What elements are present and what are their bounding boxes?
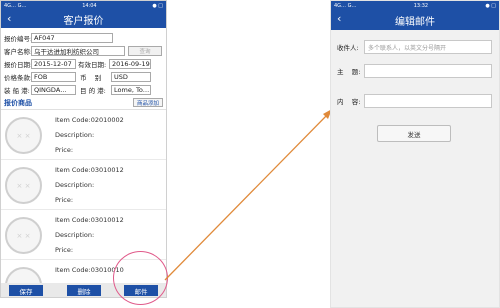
arrow-line: [164, 111, 331, 281]
subject-row: 主 题:: [331, 59, 499, 83]
battery-icon: ● □: [485, 2, 496, 9]
content-row: 内 容:: [331, 89, 499, 113]
title-bar: ‹ 编辑邮件: [331, 10, 499, 30]
mail-form: 收件人: 多个联系人，以英文分号隔开 主 题: 内 容:: [331, 30, 499, 113]
signal-indicator: 4G… G…: [334, 2, 357, 9]
recipient-label: 收件人:: [337, 44, 359, 52]
page-title: 编辑邮件: [395, 16, 435, 28]
content-label: 内 容:: [337, 98, 361, 106]
status-time: 13:32: [413, 2, 429, 9]
send-button[interactable]: 发送: [377, 125, 451, 142]
status-bar: 4G… G… 13:32 ● □: [331, 1, 499, 10]
content-input[interactable]: [364, 94, 492, 108]
recipient-row: 收件人: 多个联系人，以英文分号隔开: [331, 35, 499, 59]
back-icon[interactable]: ‹: [337, 12, 341, 25]
mail-edit-screen: 4G… G… 13:32 ● □ ‹ 编辑邮件 收件人: 多个联系人，以英文分号…: [330, 0, 500, 308]
subject-label: 主 题:: [337, 68, 361, 76]
recipient-input[interactable]: 多个联系人，以英文分号隔开: [364, 40, 492, 54]
subject-input[interactable]: [364, 64, 492, 78]
